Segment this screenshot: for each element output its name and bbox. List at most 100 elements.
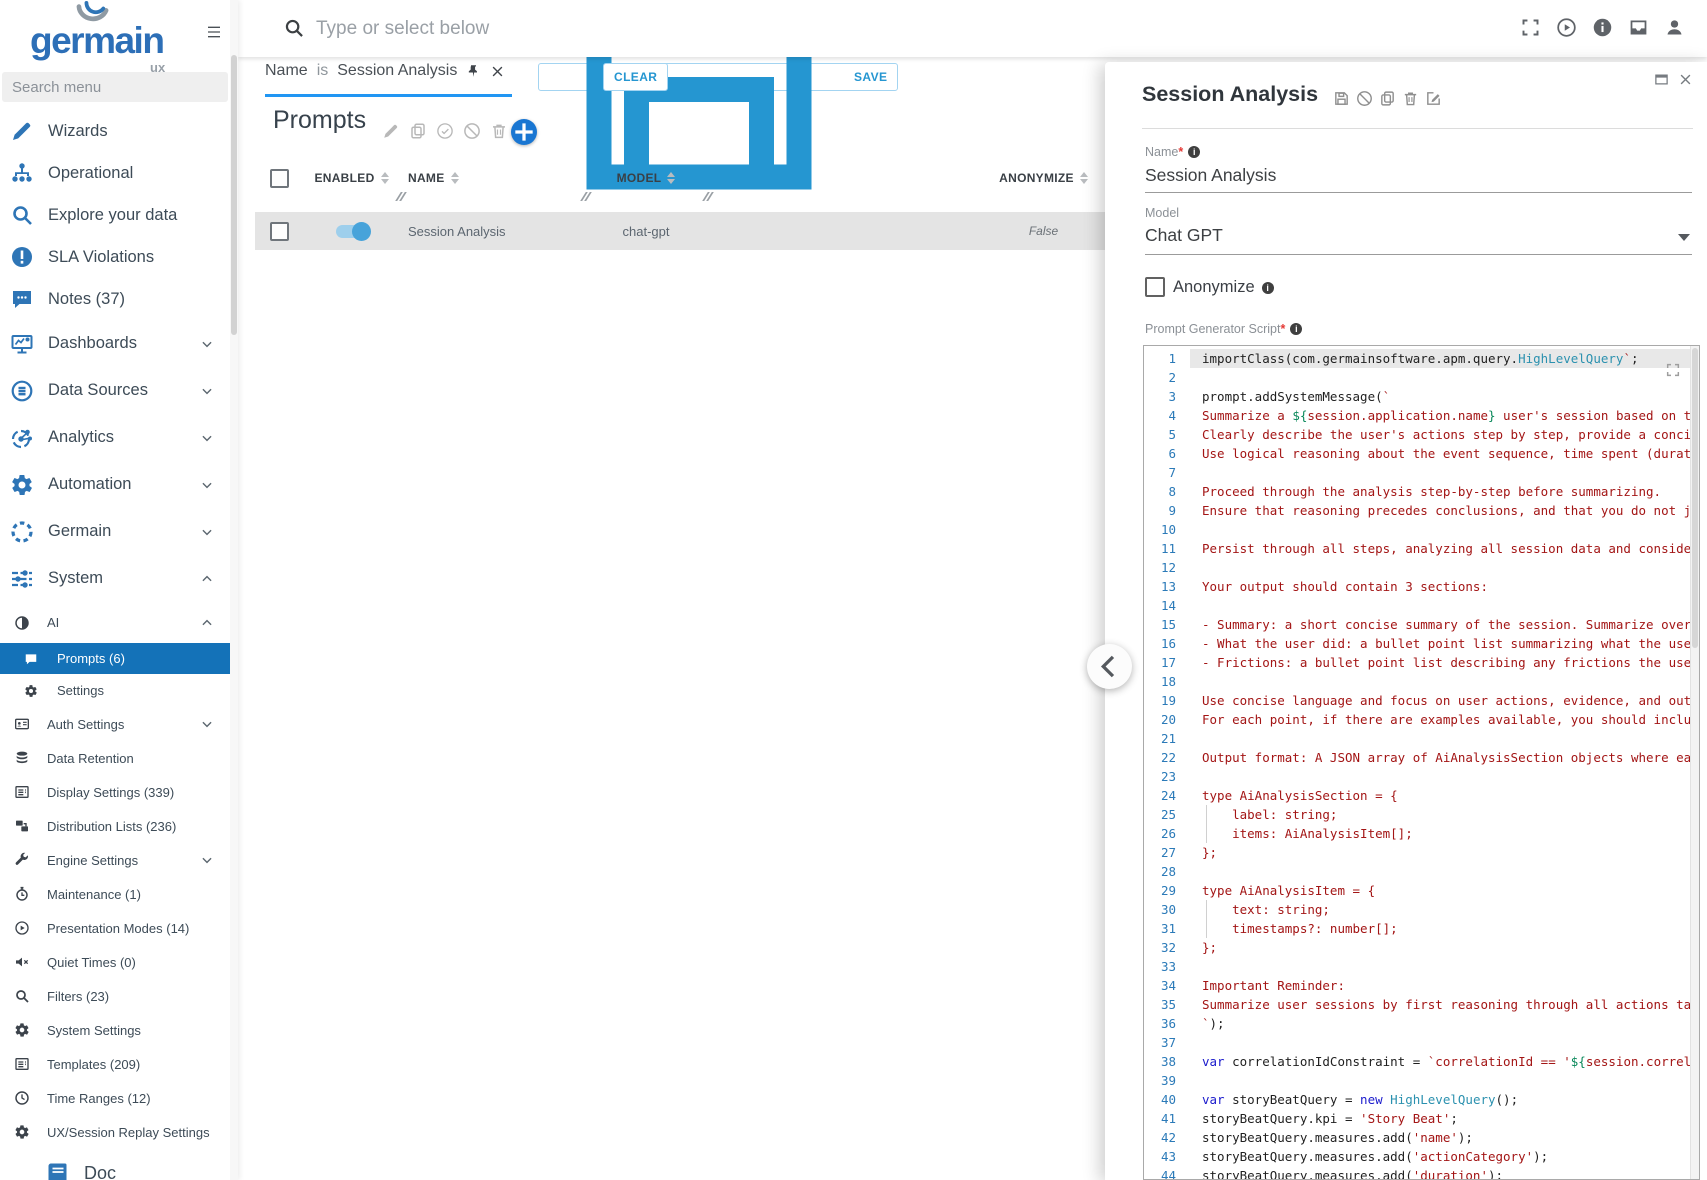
sidebar-item-display-settings-339[interactable]: Display Settings (339): [0, 775, 230, 809]
code-line: 30 text: string;: [1144, 900, 1699, 919]
chevron-down-icon[interactable]: [200, 478, 214, 492]
chevron-down-icon[interactable]: [200, 384, 214, 398]
remove-filter-icon[interactable]: [490, 64, 505, 79]
sort-icon[interactable]: [451, 172, 459, 184]
close-icon[interactable]: [1678, 72, 1693, 87]
fullscreen-icon[interactable]: [1520, 17, 1541, 38]
chevron-down-icon[interactable]: [200, 853, 214, 867]
column-header-enabled[interactable]: ENABLED: [303, 171, 400, 185]
sidebar-item-system-settings[interactable]: System Settings: [0, 1013, 230, 1047]
sidebar-item-analytics[interactable]: Analytics: [0, 414, 230, 461]
sidebar-search[interactable]: [2, 72, 228, 102]
sidebar-item-presentation-modes-14[interactable]: Presentation Modes (14): [0, 911, 230, 945]
line-number: 34: [1144, 976, 1190, 995]
disable-icon[interactable]: [463, 122, 481, 140]
code-line: 35Summarize user sessions by first reaso…: [1144, 995, 1699, 1014]
sidebar-item-dashboards[interactable]: Dashboards: [0, 320, 230, 367]
stopwatch-icon: [14, 886, 30, 902]
code-line: 27};: [1144, 843, 1699, 862]
script-code-editor[interactable]: 1importClass(com.germainsoftware.apm.que…: [1143, 345, 1700, 1180]
sidebar-scrollbar[interactable]: [230, 0, 238, 1180]
panel-collapse-button[interactable]: [1087, 644, 1132, 689]
enabled-toggle[interactable]: [336, 225, 368, 238]
chevron-up-icon[interactable]: [200, 572, 214, 586]
code-line: 36`);: [1144, 1014, 1699, 1033]
sidebar-item-doc[interactable]: Doc: [0, 1149, 230, 1180]
row-checkbox[interactable]: [270, 222, 289, 241]
copy-icon[interactable]: [1379, 90, 1396, 107]
model-field-value[interactable]: Chat GPT: [1145, 225, 1223, 246]
anonymize-checkbox[interactable]: [1145, 277, 1165, 297]
approve-icon[interactable]: [436, 122, 454, 140]
sort-icon[interactable]: [667, 172, 675, 184]
sidebar-item-explore-your-data[interactable]: Explore your data: [0, 194, 230, 236]
sidebar-item-quiet-times-0[interactable]: Quiet Times (0): [0, 945, 230, 979]
sidebar-item-automation[interactable]: Automation: [0, 461, 230, 508]
sidebar-item-ux-session-replay-settings[interactable]: UX/Session Replay Settings: [0, 1115, 230, 1149]
save-filter-button[interactable]: SAVE: [538, 63, 898, 91]
chevron-down-icon[interactable]: [200, 431, 214, 445]
name-field-value[interactable]: Session Analysis: [1145, 165, 1276, 186]
column-resize-handle[interactable]: [583, 192, 588, 201]
delete-icon[interactable]: [490, 122, 508, 140]
add-prompt-button[interactable]: [511, 119, 537, 145]
user-avatar-icon[interactable]: [1664, 17, 1685, 38]
chevron-up-icon[interactable]: [200, 616, 214, 630]
pin-icon[interactable]: [466, 64, 481, 79]
copy-icon[interactable]: [409, 122, 427, 140]
global-search-input[interactable]: [314, 11, 1468, 47]
delete-icon[interactable]: [1402, 90, 1419, 107]
sidebar-item-maintenance-1[interactable]: Maintenance (1): [0, 877, 230, 911]
column-header-model[interactable]: MODEL: [585, 171, 707, 185]
sidebar-item-prompts-6[interactable]: Prompts (6): [0, 643, 230, 674]
save-icon[interactable]: [1333, 90, 1350, 107]
sort-icon[interactable]: [381, 172, 389, 184]
line-number: 2: [1144, 368, 1190, 387]
sidebar-item-engine-settings[interactable]: Engine Settings: [0, 843, 230, 877]
sidebar-item-wizards[interactable]: Wizards: [0, 110, 230, 152]
sidebar-item-time-ranges-12[interactable]: Time Ranges (12): [0, 1081, 230, 1115]
sidebar-item-germain[interactable]: Germain: [0, 508, 230, 555]
editor-scrollbar[interactable]: [1690, 346, 1699, 1179]
mute-icon: [14, 954, 30, 970]
sidebar-item-settings[interactable]: Settings: [0, 674, 230, 707]
select-all-checkbox[interactable]: [270, 169, 289, 188]
sidebar-search-input[interactable]: [2, 72, 228, 102]
clear-filter-button[interactable]: CLEAR: [603, 63, 668, 91]
sidebar-item-data-sources[interactable]: Data Sources: [0, 367, 230, 414]
sort-icon[interactable]: [1080, 172, 1088, 184]
info-icon[interactable]: [1592, 17, 1613, 38]
disable-icon[interactable]: [1356, 90, 1373, 107]
expand-editor-icon[interactable]: [1665, 362, 1681, 378]
sidebar-item-operational[interactable]: Operational: [0, 152, 230, 194]
sidebar-item-distribution-lists-236[interactable]: Distribution Lists (236): [0, 809, 230, 843]
line-number: 23: [1144, 767, 1190, 786]
sidebar-item-filters-23[interactable]: Filters (23): [0, 979, 230, 1013]
play-icon[interactable]: [1556, 17, 1577, 38]
sidebar-item-sla-violations[interactable]: SLA Violations: [0, 236, 230, 278]
maximize-icon[interactable]: [1654, 72, 1669, 87]
sidebar-item-templates-209[interactable]: Templates (209): [0, 1047, 230, 1081]
edit-icon[interactable]: [1425, 90, 1442, 107]
sidebar-item-ai[interactable]: AI: [0, 602, 230, 643]
column-header-name[interactable]: NAME: [400, 171, 585, 185]
column-resize-handle[interactable]: [398, 192, 403, 201]
filter-underline: [265, 94, 512, 97]
sidebar-item-system[interactable]: System: [0, 555, 230, 602]
column-resize-handle[interactable]: [705, 192, 710, 201]
sidebar-item-auth-settings[interactable]: Auth Settings: [0, 707, 230, 741]
notifications-icon[interactable]: [1628, 17, 1649, 38]
active-filter-chip[interactable]: Name is Session Analysis: [265, 62, 505, 80]
sidebar-item-label: Data Sources: [48, 381, 148, 400]
chevron-down-icon[interactable]: [200, 717, 214, 731]
search-icon: [10, 203, 34, 227]
sidebar-item-data-retention[interactable]: Data Retention: [0, 741, 230, 775]
chevron-down-icon[interactable]: [200, 525, 214, 539]
column-header-select[interactable]: [255, 169, 303, 188]
sidebar-item-notes-37[interactable]: Notes (37): [0, 278, 230, 320]
chevron-down-icon[interactable]: [200, 337, 214, 351]
sidebar-item-label: Explore your data: [48, 206, 177, 225]
menu-toggle-icon[interactable]: [205, 24, 223, 40]
chevron-down-icon[interactable]: [1678, 234, 1690, 241]
edit-icon[interactable]: [382, 122, 400, 140]
